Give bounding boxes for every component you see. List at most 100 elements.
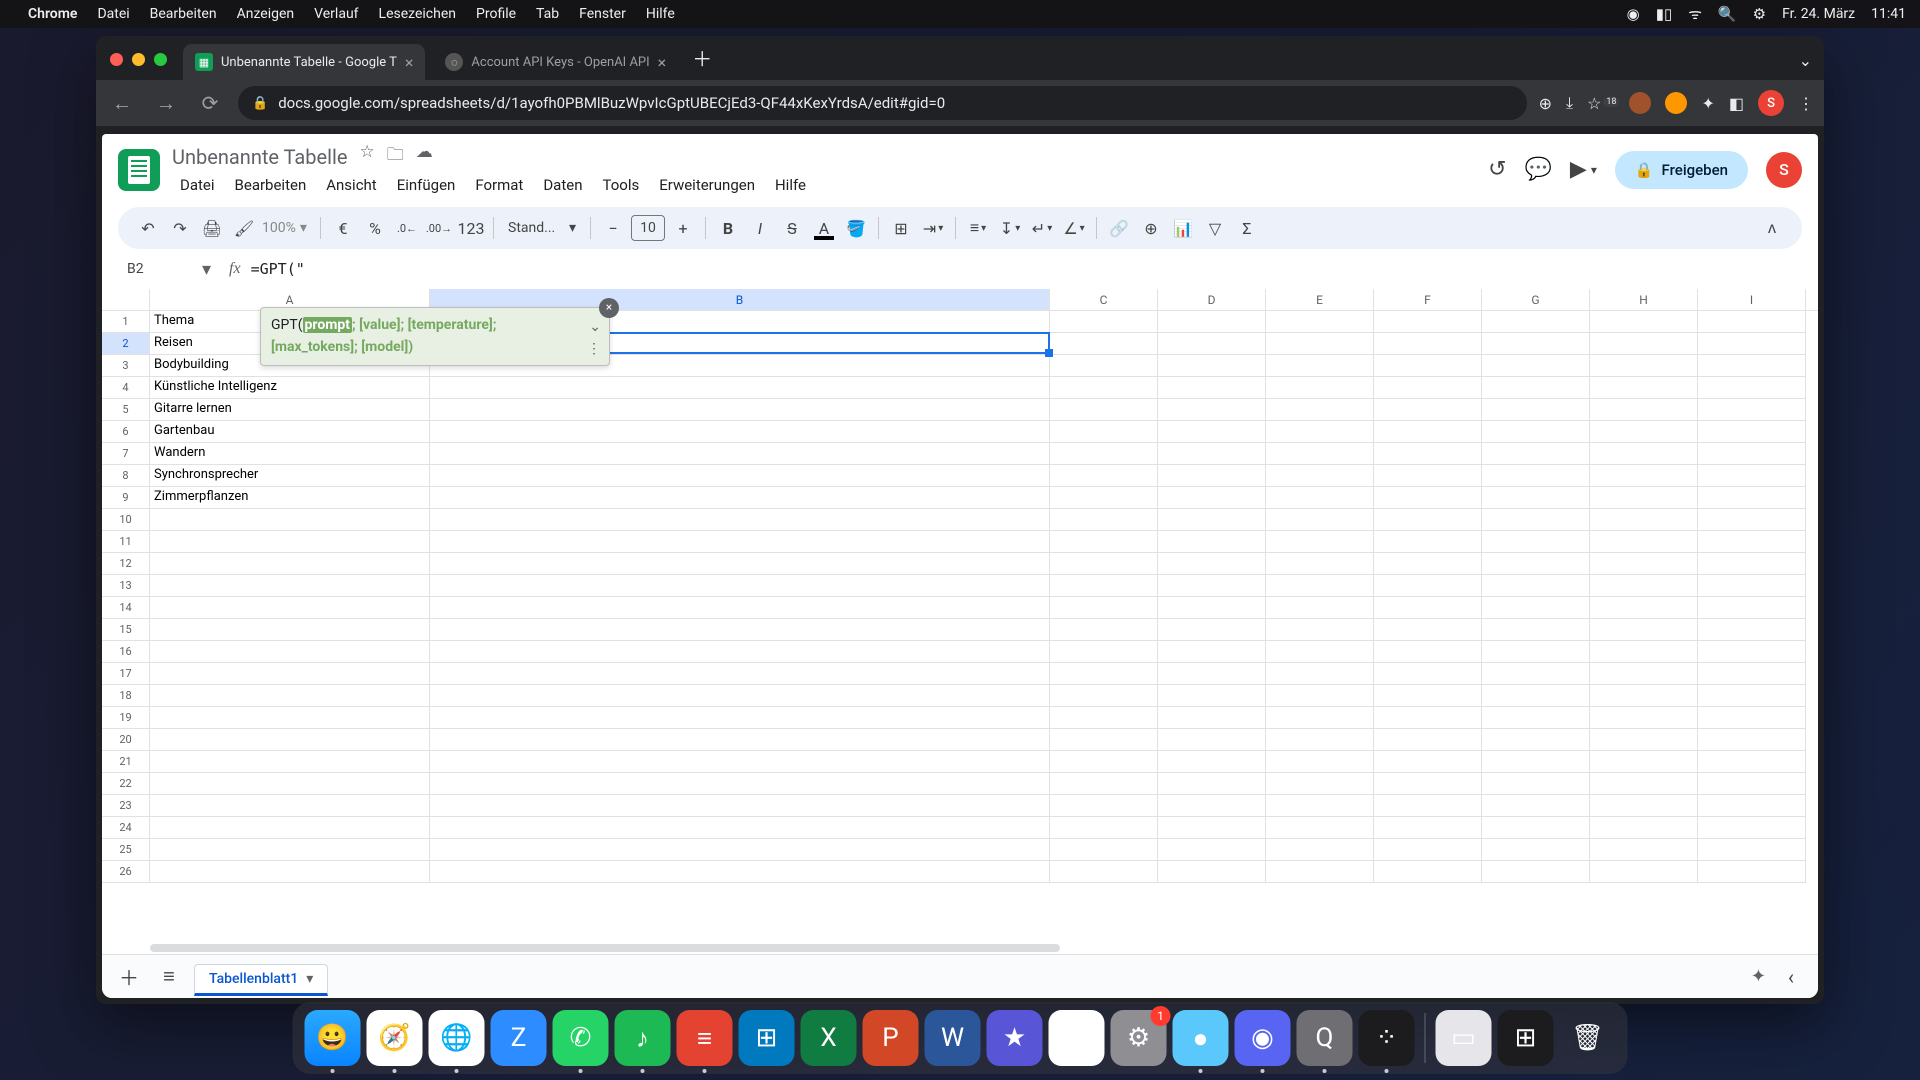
cell[interactable] (1482, 487, 1590, 509)
cell[interactable] (1050, 377, 1158, 399)
menubar-time[interactable]: 11:41 (1871, 6, 1906, 22)
cell[interactable] (1050, 311, 1158, 333)
decrease-font-button[interactable]: − (599, 213, 627, 243)
rotate-button[interactable]: ∠ (1060, 213, 1088, 243)
tab-close-icon[interactable]: × (658, 53, 667, 72)
print-button[interactable]: 🖨 (198, 213, 226, 243)
cell[interactable] (1266, 311, 1374, 333)
safari-icon[interactable]: 🧭 (367, 1010, 423, 1066)
tab-close-icon[interactable]: × (405, 53, 414, 72)
cell[interactable] (1590, 465, 1698, 487)
h-align-button[interactable]: ≡ (964, 213, 992, 243)
cell[interactable] (150, 641, 430, 663)
cell[interactable] (1266, 707, 1374, 729)
cell[interactable] (1266, 421, 1374, 443)
extension-brown-icon[interactable] (1629, 92, 1651, 114)
cell[interactable] (1590, 641, 1698, 663)
cell[interactable] (1158, 795, 1266, 817)
row-header[interactable]: 15 (102, 619, 150, 641)
cell[interactable] (1050, 861, 1158, 883)
cell[interactable] (1374, 355, 1482, 377)
cell[interactable] (1050, 443, 1158, 465)
cell[interactable] (1482, 421, 1590, 443)
excel-icon[interactable]: X (801, 1010, 857, 1066)
cell[interactable] (1158, 751, 1266, 773)
cell[interactable]: Gitarre lernen (150, 399, 430, 421)
cell[interactable] (430, 795, 1050, 817)
cell[interactable] (1590, 509, 1698, 531)
trash-icon[interactable]: 🗑 (1560, 1010, 1616, 1066)
cloud-status-icon[interactable]: ☁ (416, 142, 433, 171)
row-header[interactable]: 10 (102, 509, 150, 531)
borders-button[interactable]: ⊞ (887, 213, 915, 243)
cell[interactable] (1590, 619, 1698, 641)
cell[interactable] (1698, 575, 1806, 597)
cell[interactable] (1050, 531, 1158, 553)
cell[interactable] (430, 839, 1050, 861)
cell[interactable] (430, 531, 1050, 553)
cell[interactable] (1266, 729, 1374, 751)
drive-icon[interactable]: △ (1049, 1010, 1105, 1066)
share-button[interactable]: 🔒 Freigeben (1615, 151, 1748, 189)
cell[interactable] (150, 861, 430, 883)
cell[interactable] (1158, 509, 1266, 531)
tooltip-menu-icon[interactable]: ⋮ (587, 338, 601, 360)
column-header[interactable]: I (1698, 289, 1806, 310)
cell[interactable] (1158, 465, 1266, 487)
cell[interactable] (1266, 575, 1374, 597)
menubar-item[interactable]: Datei (97, 6, 129, 22)
cell[interactable] (1590, 575, 1698, 597)
cell[interactable] (1698, 773, 1806, 795)
cell[interactable] (150, 597, 430, 619)
cell[interactable] (1158, 311, 1266, 333)
cell[interactable] (1482, 597, 1590, 619)
cell[interactable] (1482, 333, 1590, 355)
cell[interactable] (1266, 861, 1374, 883)
profile-avatar[interactable]: S (1766, 152, 1802, 188)
cell[interactable] (1374, 641, 1482, 663)
column-header[interactable]: H (1590, 289, 1698, 310)
cell[interactable] (430, 619, 1050, 641)
cell[interactable] (1374, 619, 1482, 641)
star-icon[interactable]: ☆ (359, 142, 374, 171)
menubar-item[interactable]: Fenster (579, 6, 626, 22)
cell[interactable] (1482, 377, 1590, 399)
zoom-select[interactable]: 100%▾ (262, 220, 312, 236)
cell[interactable] (150, 795, 430, 817)
cell[interactable] (1266, 487, 1374, 509)
cell[interactable] (1698, 707, 1806, 729)
cell[interactable] (1482, 399, 1590, 421)
cell[interactable] (1698, 531, 1806, 553)
sheet-tab[interactable]: Tabellenblatt1 ▾ (194, 964, 328, 996)
cell[interactable] (1698, 861, 1806, 883)
cell[interactable] (1482, 443, 1590, 465)
control-center-icon[interactable]: ⚙ (1753, 5, 1766, 23)
cell[interactable] (1374, 861, 1482, 883)
cell[interactable] (1698, 729, 1806, 751)
add-sheet-button[interactable]: ＋ (114, 962, 144, 992)
cell[interactable] (1374, 377, 1482, 399)
cell[interactable] (1698, 795, 1806, 817)
cell[interactable] (1698, 509, 1806, 531)
menu-erweiterungen[interactable]: Erweiterungen (651, 173, 763, 197)
cell[interactable] (1482, 861, 1590, 883)
cell[interactable] (1050, 487, 1158, 509)
menu-bearbeiten[interactable]: Bearbeiten (227, 173, 315, 197)
cell[interactable] (1158, 487, 1266, 509)
row-header[interactable]: 14 (102, 597, 150, 619)
row-header[interactable]: 11 (102, 531, 150, 553)
cell[interactable] (150, 575, 430, 597)
cell[interactable] (1698, 553, 1806, 575)
cell[interactable] (1158, 839, 1266, 861)
meet-button[interactable]: ▶▾ (1570, 157, 1597, 182)
tab-overflow-icon[interactable]: ⌄ (1799, 51, 1812, 70)
cell[interactable] (1374, 575, 1482, 597)
cell[interactable] (1158, 575, 1266, 597)
powerpoint-icon[interactable]: P (863, 1010, 919, 1066)
cell[interactable]: Künstliche Intelligenz (150, 377, 430, 399)
explore-button[interactable]: ✦ (1751, 966, 1766, 987)
cell[interactable] (1158, 443, 1266, 465)
preview-window-icon[interactable]: ▭ (1436, 1010, 1492, 1066)
cell[interactable] (1266, 509, 1374, 531)
link-button[interactable]: 🔗 (1105, 213, 1133, 243)
